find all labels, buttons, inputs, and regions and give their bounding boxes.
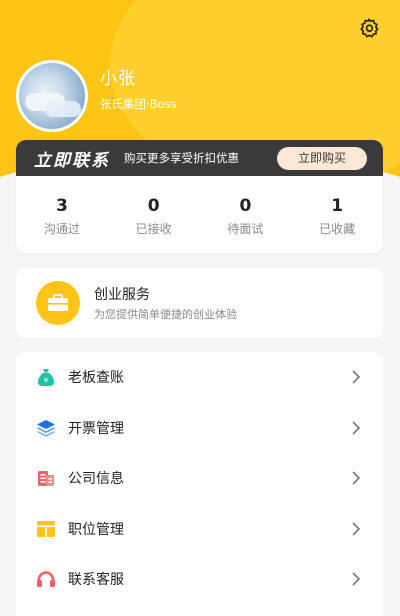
avatar-cloud (45, 101, 81, 117)
stat-label: 待面试 (227, 222, 264, 236)
promo-title: 立即联系 (34, 150, 110, 171)
stats-card: 立即联系 购买更多享受折扣优惠 立即购买 3 沟通过 0 已接收 0 待面试 1… (16, 140, 383, 253)
stat-favorited[interactable]: 1 已收藏 (291, 176, 383, 253)
chevron-right-icon (352, 521, 361, 536)
gear-icon (360, 18, 379, 38)
chevron-right-icon (352, 471, 361, 485)
user-name: 小张 (100, 69, 136, 89)
startup-service-card[interactable]: 创业服务 为您提供简单便捷的创业体验 (16, 268, 383, 338)
menu-item-customer-service[interactable]: 联系客服 (16, 554, 383, 605)
promo-banner[interactable]: 立即联系 购买更多享受折扣优惠 立即购买 (16, 140, 383, 176)
promo-text: 购买更多享受折扣优惠 (124, 151, 239, 165)
user-company: 张氏集团·Boss (100, 97, 177, 111)
stat-contacted[interactable]: 3 沟通过 (16, 176, 108, 253)
building-icon (36, 468, 56, 488)
menu-item-company-info[interactable]: 公司信息 (16, 453, 383, 504)
chevron-right-icon (352, 370, 361, 384)
stat-value: 0 (147, 196, 160, 216)
menu-item-position-management[interactable]: 职位管理 (16, 504, 383, 555)
service-title: 创业服务 (94, 287, 150, 303)
stat-pending-interview[interactable]: 0 待面试 (200, 176, 292, 253)
menu-item-label: 联系客服 (68, 572, 124, 589)
menu-list: ¥ 老板查账 开票管理 公司信息 职位管理 联系客服 (16, 352, 383, 616)
stat-label: 已接收 (135, 222, 172, 236)
stat-value: 1 (331, 196, 344, 216)
layers-icon (36, 418, 56, 438)
headset-icon (36, 569, 56, 589)
menu-item-boss-accounts[interactable]: ¥ 老板查账 (16, 352, 383, 403)
menu-item-invoice[interactable]: 开票管理 (16, 403, 383, 454)
avatar[interactable] (16, 60, 88, 132)
settings-button[interactable] (356, 15, 382, 41)
stat-value: 3 (55, 196, 68, 216)
stat-value: 0 (239, 196, 252, 216)
stat-label: 沟通过 (43, 222, 80, 236)
stat-received[interactable]: 0 已接收 (108, 176, 200, 253)
briefcase-icon (48, 294, 68, 311)
stat-label: 已收藏 (319, 222, 356, 236)
menu-item-label: 老板查账 (68, 370, 124, 387)
chevron-right-icon (352, 572, 361, 586)
menu-item-label: 职位管理 (68, 521, 124, 538)
stats-row: 3 沟通过 0 已接收 0 待面试 1 已收藏 (16, 176, 383, 253)
service-subtitle: 为您提供简单便捷的创业体验 (94, 308, 237, 321)
menu-item-label: 开票管理 (68, 420, 124, 437)
table-icon (36, 519, 56, 539)
chevron-right-icon (352, 420, 361, 435)
money-bag-icon: ¥ (36, 367, 56, 387)
buy-now-button[interactable]: 立即购买 (277, 147, 367, 170)
service-icon (36, 281, 80, 325)
svg-text:¥: ¥ (44, 376, 49, 384)
menu-item-label: 公司信息 (68, 471, 124, 488)
